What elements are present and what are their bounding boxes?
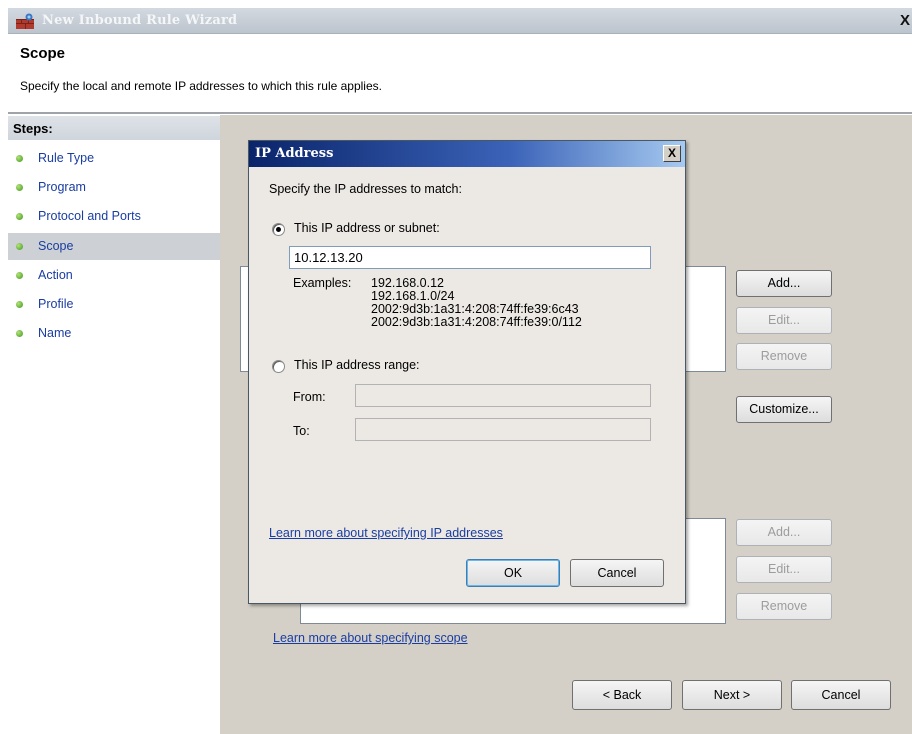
cancel-button[interactable]: Cancel <box>791 680 891 710</box>
step-label: Profile <box>38 297 74 311</box>
dialog-title-bar: IP Address X <box>249 141 685 167</box>
dialog-title: IP Address <box>255 146 334 161</box>
step-label: Action <box>38 268 73 282</box>
step-label: Protocol and Ports <box>38 209 141 223</box>
back-button[interactable]: < Back <box>572 680 672 710</box>
dialog-prompt: Specify the IP addresses to match: <box>269 182 462 196</box>
wizard-title-bar: New Inbound Rule Wizard X <box>8 8 912 34</box>
learn-more-ip-link[interactable]: Learn more about specifying IP addresses <box>269 526 503 540</box>
wizard-title: New Inbound Rule Wizard <box>42 13 238 28</box>
step-rule-type[interactable]: Rule Type <box>8 145 220 172</box>
remote-add-button[interactable]: Add... <box>736 519 832 546</box>
step-bullet-icon <box>16 213 23 220</box>
step-protocol-and-ports[interactable]: Protocol and Ports <box>8 203 220 230</box>
dialog-cancel-button[interactable]: Cancel <box>570 559 664 587</box>
page-subtitle: Specify the local and remote IP addresse… <box>20 79 382 93</box>
panel-top-edge <box>220 114 912 115</box>
step-label: Program <box>38 180 86 194</box>
local-edit-button[interactable]: Edit... <box>736 307 832 334</box>
wizard-close-button[interactable]: X <box>898 12 912 30</box>
step-bullet-icon <box>16 155 23 162</box>
learn-more-scope-link[interactable]: Learn more about specifying scope <box>273 631 468 645</box>
to-label: To: <box>293 424 310 438</box>
step-bullet-icon <box>16 243 23 250</box>
step-name[interactable]: Name <box>8 320 220 347</box>
step-bullet-icon <box>16 184 23 191</box>
remote-edit-button[interactable]: Edit... <box>736 556 832 583</box>
steps-panel: Steps: Rule Type Program Protocol and Po… <box>8 114 220 734</box>
step-bullet-icon <box>16 301 23 308</box>
ok-button[interactable]: OK <box>466 559 560 587</box>
from-input[interactable] <box>355 384 651 407</box>
step-label: Name <box>38 326 72 340</box>
local-add-button[interactable]: Add... <box>736 270 832 297</box>
step-program[interactable]: Program <box>8 174 220 201</box>
local-remove-button[interactable]: Remove <box>736 343 832 370</box>
examples-label: Examples: <box>293 276 352 290</box>
step-label: Scope <box>38 239 74 253</box>
to-input[interactable] <box>355 418 651 441</box>
steps-title: Steps: <box>8 116 220 140</box>
subnet-radio-label[interactable]: This IP address or subnet: <box>294 221 440 235</box>
examples-list: 192.168.0.12 192.168.1.0/24 2002:9d3b:1a… <box>371 277 582 329</box>
page-title: Scope <box>20 45 66 62</box>
wizard-header: Scope Specify the local and remote IP ad… <box>8 34 912 112</box>
step-profile[interactable]: Profile <box>8 291 220 318</box>
dialog-close-button[interactable]: X <box>663 145 681 162</box>
firewall-icon <box>16 13 34 29</box>
step-bullet-icon <box>16 272 23 279</box>
step-bullet-icon <box>16 330 23 337</box>
step-action[interactable]: Action <box>8 262 220 289</box>
ip-address-dialog: IP Address X Specify the IP addresses to… <box>248 140 686 604</box>
ip-subnet-input[interactable]: 10.12.13.20 <box>289 246 651 269</box>
range-radio[interactable] <box>272 360 285 373</box>
step-scope[interactable]: Scope <box>8 233 220 260</box>
remote-remove-button[interactable]: Remove <box>736 593 832 620</box>
subnet-radio[interactable] <box>272 223 285 236</box>
next-button[interactable]: Next > <box>682 680 782 710</box>
example-item: 2002:9d3b:1a31:4:208:74ff:fe39:0/112 <box>371 315 582 329</box>
from-label: From: <box>293 390 326 404</box>
step-label: Rule Type <box>38 151 95 165</box>
customize-button[interactable]: Customize... <box>736 396 832 423</box>
range-radio-label[interactable]: This IP address range: <box>294 358 420 372</box>
